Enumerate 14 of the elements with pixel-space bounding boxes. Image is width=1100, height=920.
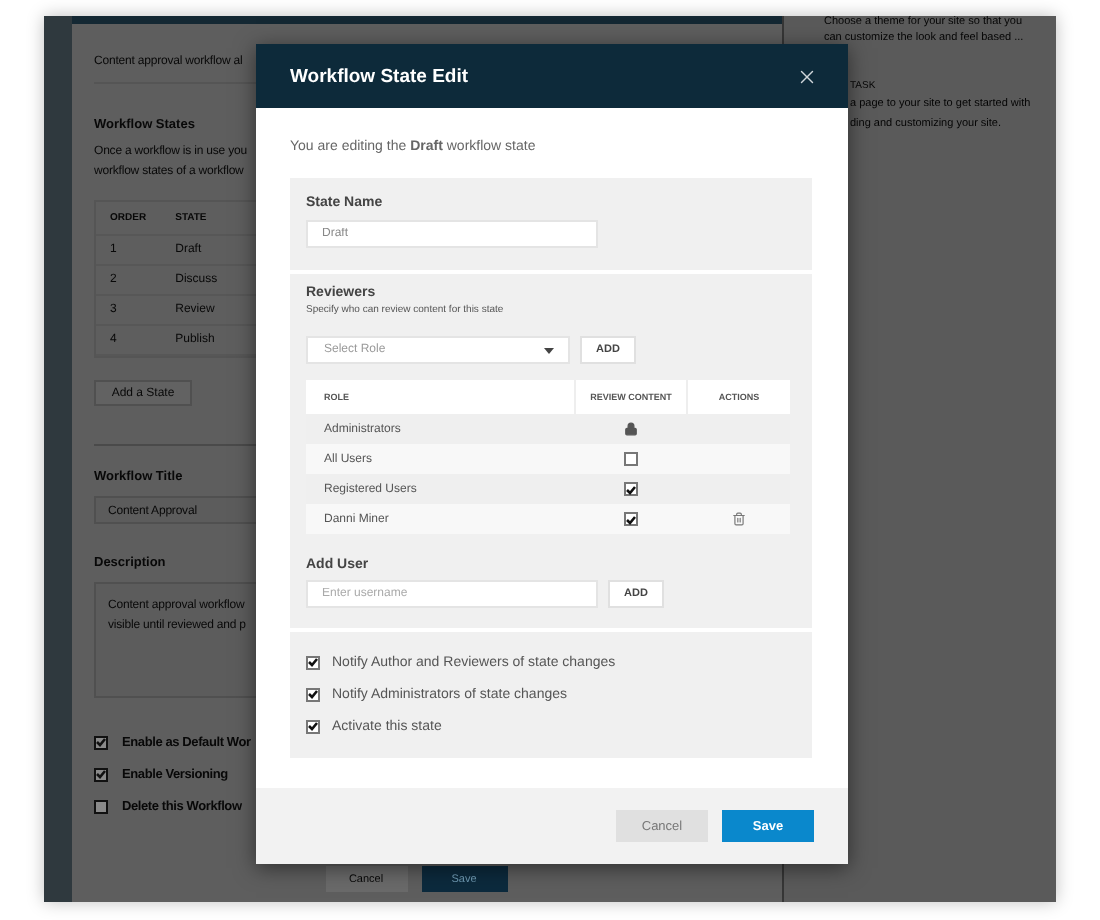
checkbox[interactable] xyxy=(94,735,108,749)
checkbox[interactable] xyxy=(306,719,320,733)
trash-icon[interactable] xyxy=(731,512,745,526)
checkbox[interactable] xyxy=(306,655,320,669)
caret-icon xyxy=(544,347,554,353)
checkbox[interactable] xyxy=(623,482,637,496)
dialog-title: Workflow State Edit xyxy=(290,65,469,87)
lock-icon xyxy=(623,422,637,436)
checkbox[interactable] xyxy=(94,767,108,781)
close-icon[interactable] xyxy=(796,65,818,87)
checkbox[interactable] xyxy=(623,452,637,466)
checkbox[interactable] xyxy=(623,512,637,526)
checkbox[interactable] xyxy=(94,799,108,813)
checkbox[interactable] xyxy=(306,687,320,701)
